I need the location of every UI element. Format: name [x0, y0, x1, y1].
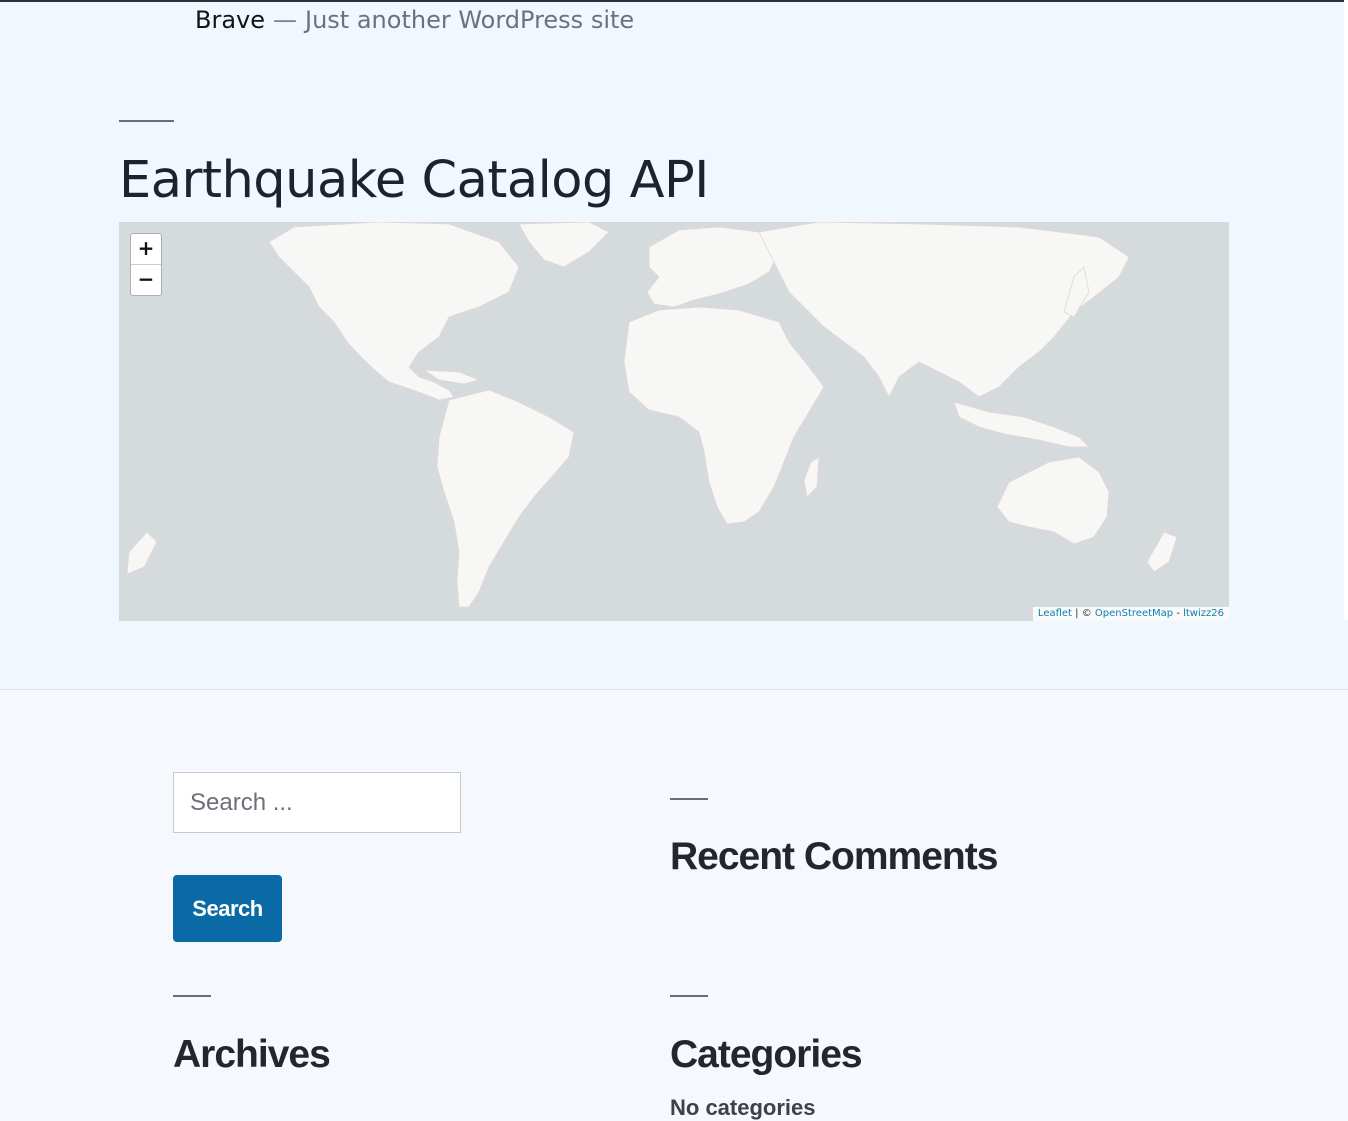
zoom-control: + − [130, 233, 162, 296]
scrollbar-gutter [1344, 0, 1348, 620]
search-button[interactable]: Search [173, 875, 282, 942]
zoom-in-button[interactable]: + [131, 234, 161, 265]
recent-comments-divider [670, 798, 708, 800]
top-border [0, 0, 1344, 2]
site-title[interactable]: Brave [195, 6, 265, 34]
earthquake-map[interactable]: + − Leaflet | © OpenStreetMap - ltwizz26 [119, 222, 1229, 621]
search-input[interactable] [173, 772, 461, 833]
attribution-dash: - [1176, 608, 1180, 619]
recent-comments-heading: Recent Comments [670, 835, 998, 878]
archives-heading: Archives [173, 1033, 331, 1076]
author-link[interactable]: ltwizz26 [1183, 608, 1224, 619]
zoom-out-button[interactable]: − [131, 265, 161, 295]
title-divider [119, 120, 174, 122]
openstreetmap-link[interactable]: OpenStreetMap [1095, 608, 1173, 619]
map-attribution: Leaflet | © OpenStreetMap - ltwizz26 [1032, 607, 1229, 621]
leaflet-link[interactable]: Leaflet [1038, 608, 1072, 619]
attribution-divider: | © [1075, 608, 1092, 619]
page-title: Earthquake Catalog API [119, 151, 709, 210]
categories-divider [670, 995, 708, 997]
archives-divider [173, 995, 211, 997]
no-categories-text: No categories [670, 1095, 816, 1120]
site-description: Just another WordPress site [305, 6, 635, 34]
world-map-tiles[interactable] [119, 222, 1229, 621]
site-separator: — [273, 6, 298, 34]
categories-heading: Categories [670, 1033, 863, 1076]
site-header: Brave — Just another WordPress site [195, 4, 634, 36]
